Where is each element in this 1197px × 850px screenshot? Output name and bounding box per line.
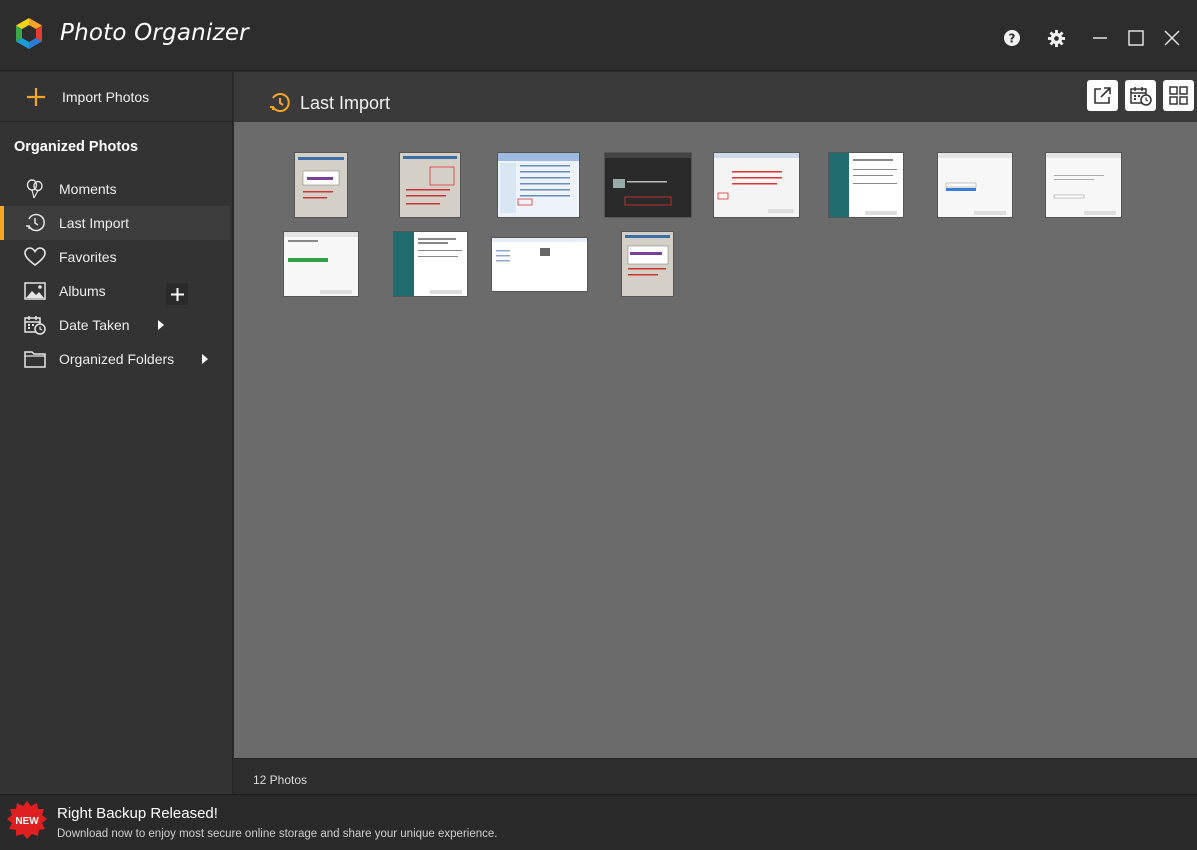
balloons-icon [26,179,43,199]
gear-icon [1047,29,1065,47]
banner-headline: Right Backup Released! [57,805,218,822]
sidebar-item-organized-folders[interactable]: Organized Folders [0,342,230,376]
close-button[interactable] [1160,26,1184,50]
photo-thumbnail[interactable] [498,153,579,217]
sidebar-item-last-import[interactable]: Last Import [0,206,230,240]
photo-thumbnail[interactable] [295,153,347,217]
app-title: Photo Organizer [60,20,249,46]
chevron-right-icon[interactable] [202,354,208,364]
sidebar: Import Photos Organized Photos Moments L… [0,72,233,794]
main-header: Last Import [234,72,1197,122]
clock-arrow-icon [26,213,45,232]
external-link-icon [1094,87,1111,104]
photo-thumbnail[interactable] [394,232,467,296]
app-logo-icon [16,18,42,49]
sidebar-item-moments[interactable]: Moments [0,172,230,206]
sidebar-item-albums[interactable]: Albums [0,274,230,308]
page-title: Last Import [300,93,391,113]
date-view-button[interactable] [1125,80,1156,111]
photo-thumbnail[interactable] [400,153,460,217]
calendar-clock-icon [1129,86,1152,106]
export-button[interactable] [1087,80,1118,111]
chevron-right-icon[interactable] [158,320,164,330]
photo-count: 12 Photos [253,773,308,787]
add-album-button[interactable] [166,283,188,305]
sidebar-item-date-taken[interactable]: Date Taken [0,308,230,342]
heart-icon [24,247,46,267]
section-title: Organized Photos [14,139,139,155]
clock-arrow-icon [270,93,290,112]
photo-thumbnail[interactable] [622,232,673,296]
close-icon [1164,30,1180,46]
minimize-button[interactable] [1088,26,1112,50]
photo-thumbnail[interactable] [492,238,587,291]
title-bar: Photo Organizer ? [0,0,1197,71]
photo-thumbnail[interactable] [938,153,1012,217]
sidebar-item-label: Favorites [59,249,117,265]
photo-grid [234,122,1197,758]
status-bar: 12 Photos [234,758,1197,794]
photo-thumbnail[interactable] [284,232,358,296]
sidebar-item-favorites[interactable]: Favorites [0,240,230,274]
photo-thumbnail[interactable] [714,153,799,217]
help-icon: ? [1004,30,1020,46]
photo-thumbnail[interactable] [829,153,903,217]
new-badge-icon: NEW [7,801,47,839]
maximize-icon [1128,30,1144,46]
minimize-icon [1093,37,1107,39]
banner-subtext: Download now to enjoy most secure online… [57,828,498,840]
import-photos-label: Import Photos [62,89,150,105]
plus-icon [170,287,184,301]
photo-thumbnail[interactable] [605,153,691,217]
svg-text:?: ? [1009,32,1016,46]
sidebar-item-label: Date Taken [59,317,130,333]
import-photos-button[interactable]: Import Photos [0,72,232,122]
settings-button[interactable] [1044,26,1068,50]
maximize-button[interactable] [1124,26,1148,50]
image-icon [24,282,46,300]
new-badge-text: NEW [15,816,39,827]
calendar-clock-icon [24,316,46,335]
sidebar-item-label: Albums [59,283,106,299]
promo-banner[interactable]: NEW Right Backup Released! Download now … [0,794,1197,850]
folder-icon [24,351,46,368]
help-button[interactable]: ? [1000,26,1024,50]
grid-view-icon [1169,86,1188,105]
grid-view-button[interactable] [1163,80,1194,111]
sidebar-item-label: Organized Folders [59,351,175,367]
photo-thumbnail[interactable] [1046,153,1121,217]
plus-icon [27,88,45,106]
sidebar-item-label: Last Import [59,215,130,231]
sidebar-item-label: Moments [59,181,117,197]
